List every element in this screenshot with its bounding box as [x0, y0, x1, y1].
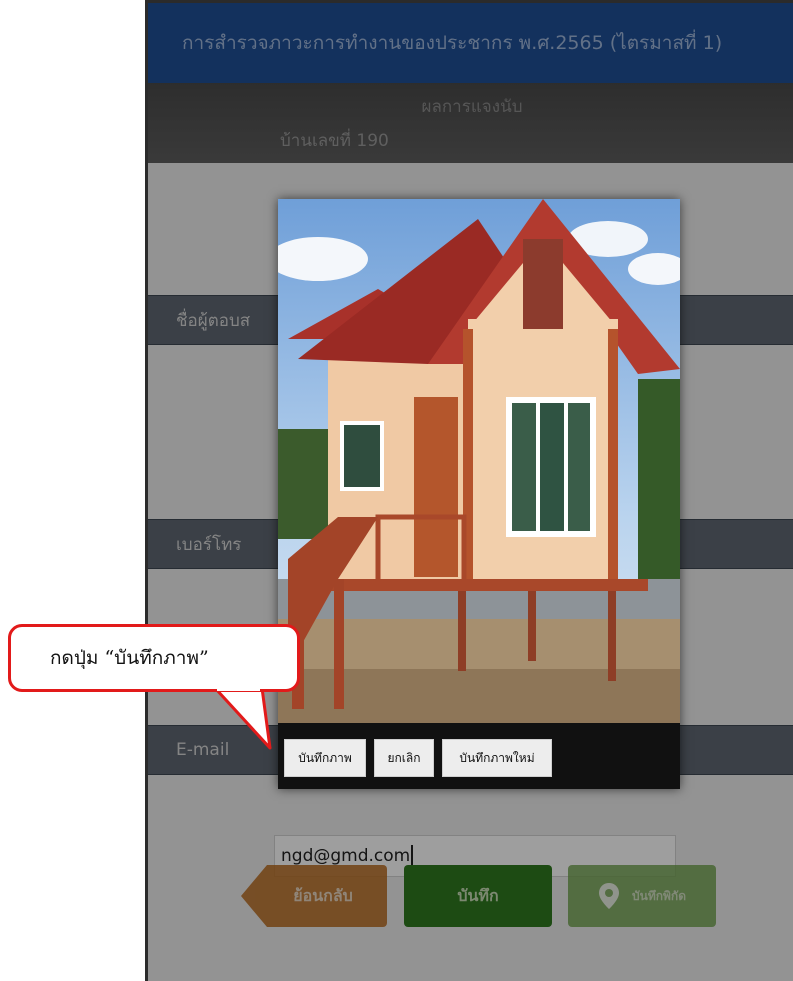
house-photo: [278, 199, 680, 723]
callout-text: กดปุ่ม “บันทึกภาพ”: [50, 647, 209, 669]
photo-toolbar: บันทึกภาพ ยกเลิก บันทึกภาพใหม่: [278, 723, 680, 789]
save-photo-button[interactable]: บันทึกภาพ: [284, 739, 366, 777]
app-screen: การสำรวจภาวะการทำงานของประชากร พ.ศ.2565 …: [145, 0, 793, 981]
retake-photo-button[interactable]: บันทึกภาพใหม่: [442, 739, 552, 777]
photo-preview-dialog: บันทึกภาพ ยกเลิก บันทึกภาพใหม่: [278, 199, 680, 789]
cancel-button[interactable]: ยกเลิก: [374, 739, 434, 777]
